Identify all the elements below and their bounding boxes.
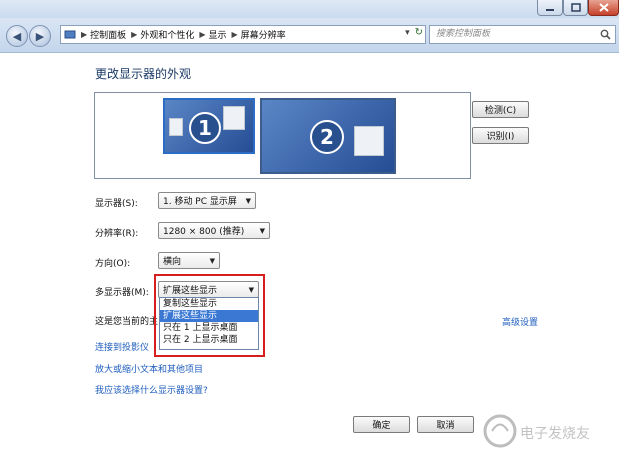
monitor-preview-area: 1 2 [94, 92, 471, 179]
maximize-button[interactable] [563, 0, 588, 16]
identify-button[interactable]: 识别(I) [472, 127, 529, 144]
resolution-select[interactable]: 1280 × 800 (推荐) ▼ [158, 222, 270, 239]
resolution-label: 分辨率(R): [95, 229, 139, 239]
search-icon[interactable] [600, 29, 611, 40]
display-value: 1. 移动 PC 显示屏 [163, 197, 237, 207]
help-link[interactable]: 我应该选择什么显示器设置? [95, 383, 208, 396]
minimize-button[interactable] [537, 0, 563, 16]
close-button[interactable] [588, 0, 619, 16]
search-input[interactable]: 搜索控制面板 [429, 25, 616, 44]
display-label: 显示器(S): [95, 199, 138, 209]
dropdown-arrow-icon[interactable]: ▾ [405, 28, 410, 38]
screen-icon [223, 106, 245, 130]
tower-icon [169, 118, 183, 136]
projector-link[interactable]: 连接到投影仪 [95, 340, 149, 353]
watermark-text: 电子发烧友 [520, 426, 590, 442]
orientation-value: 横向 [163, 257, 182, 267]
breadcrumb-display[interactable]: 显示 [209, 28, 227, 41]
breadcrumb-separator-icon: ▶ [131, 30, 138, 39]
orientation-label: 方向(O): [95, 259, 131, 269]
back-button[interactable]: ◀ [6, 25, 28, 47]
navigation-bar: ◀ ▶ ▶ 控制面板 ▶ 外观和个性化 ▶ 显示 ▶ 屏幕分辨率 ▾ ↻ 搜索控… [0, 18, 619, 53]
forward-button[interactable]: ▶ [29, 25, 51, 47]
display-select[interactable]: 1. 移动 PC 显示屏 ▼ [158, 192, 256, 209]
breadcrumb-appearance[interactable]: 外观和个性化 [140, 28, 194, 41]
ok-button[interactable]: 确定 [353, 416, 410, 433]
control-panel-icon [64, 30, 76, 38]
chevron-down-icon: ▼ [209, 257, 215, 265]
window-titlebar [0, 0, 619, 18]
breadcrumb-separator-icon: ▶ [199, 30, 206, 39]
page-title: 更改显示器的外观 [95, 67, 192, 81]
orientation-select[interactable]: 横向 ▼ [158, 252, 220, 269]
multi-display-label: 多显示器(M): [95, 288, 149, 298]
chevron-down-icon: ▼ [245, 197, 251, 205]
back-arrow-icon: ◀ [12, 29, 22, 43]
minimize-icon [546, 8, 554, 11]
resolution-value: 1280 × 800 (推荐) [163, 227, 245, 237]
monitor-2-number: 2 [310, 120, 344, 154]
search-placeholder: 搜索控制面板 [436, 29, 491, 39]
maximize-icon [570, 3, 581, 12]
close-icon [598, 3, 609, 12]
breadcrumb-separator-icon: ▶ [81, 30, 88, 39]
address-bar[interactable]: ▶ 控制面板 ▶ 外观和个性化 ▶ 显示 ▶ 屏幕分辨率 ▾ ↻ [60, 25, 426, 44]
keypad-icon [354, 126, 384, 156]
forward-arrow-icon: ▶ [35, 29, 45, 43]
text-size-link[interactable]: 放大或缩小文本和其他项目 [95, 362, 203, 375]
breadcrumb-resolution[interactable]: 屏幕分辨率 [241, 28, 286, 41]
current-display-text: 这是您当前的主 [95, 317, 159, 327]
breadcrumb-control-panel[interactable]: 控制面板 [90, 28, 126, 41]
detect-button[interactable]: 检测(C) [472, 101, 529, 118]
cancel-button[interactable]: 取消 [417, 416, 474, 433]
refresh-icon[interactable]: ↻ [415, 27, 423, 38]
chevron-down-icon: ▼ [259, 227, 265, 235]
advanced-settings-link[interactable]: 高级设置 [502, 315, 538, 328]
monitor-1-number: 1 [189, 112, 221, 144]
watermark-logo: 电子发烧友 [483, 414, 590, 448]
highlight-box [154, 274, 265, 357]
monitor-1-tile[interactable]: 1 [163, 98, 255, 154]
breadcrumb-separator-icon: ▶ [231, 30, 238, 39]
monitor-2-tile[interactable]: 2 [260, 98, 396, 174]
